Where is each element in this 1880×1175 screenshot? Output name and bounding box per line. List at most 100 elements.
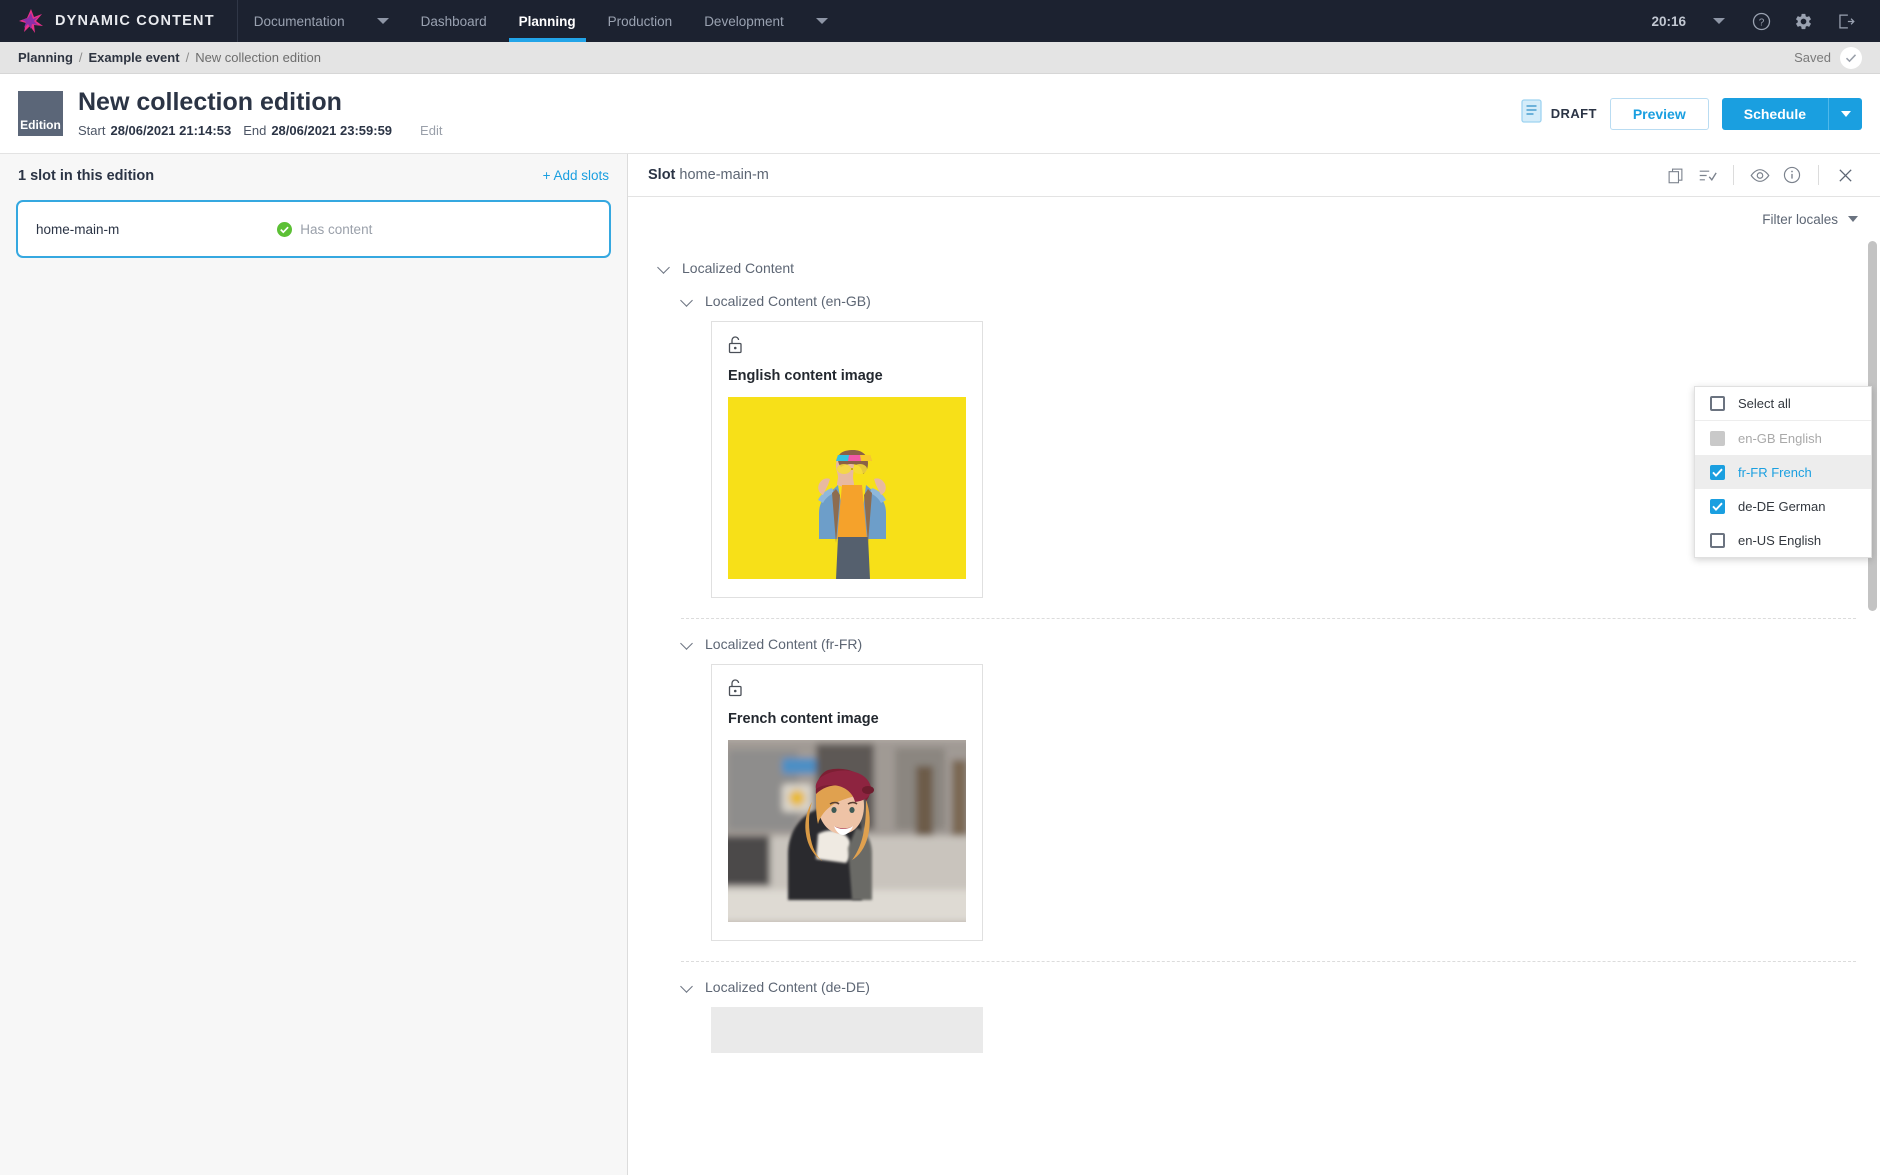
svg-text:?: ? bbox=[1758, 17, 1764, 28]
checkbox-unchecked-icon[interactable] bbox=[1710, 396, 1725, 411]
chevron-down-icon bbox=[815, 18, 828, 24]
locale-option-select-all[interactable]: Select all bbox=[1695, 387, 1871, 421]
accordion-localized-content-fr-fr[interactable]: Localized Content (fr-FR) bbox=[681, 636, 1880, 652]
edition-schedule-meta: Start 28/06/2021 21:14:53 End 28/06/2021… bbox=[78, 123, 442, 138]
nav-tab-documentation[interactable]: Documentation bbox=[238, 0, 361, 42]
development-dropdown-caret[interactable] bbox=[800, 0, 844, 42]
content-card-title: French content image bbox=[728, 711, 879, 727]
accordion-localized-content-de-de[interactable]: Localized Content (de-DE) bbox=[681, 979, 1880, 995]
unlock-icon[interactable] bbox=[728, 679, 966, 702]
filter-locales-button[interactable]: Filter locales bbox=[1762, 212, 1858, 227]
preview-button[interactable]: Preview bbox=[1609, 97, 1709, 130]
help-icon[interactable]: ? bbox=[1742, 0, 1780, 42]
locale-option-label: en-US English bbox=[1738, 532, 1822, 548]
save-status: Saved bbox=[1794, 46, 1862, 69]
close-icon[interactable] bbox=[1830, 160, 1860, 190]
schedule-dropdown-caret[interactable] bbox=[1828, 97, 1862, 130]
breadcrumb-item-example-event[interactable]: Example event bbox=[89, 50, 180, 65]
chevron-down-icon bbox=[658, 262, 670, 274]
breadcrumb-item-current: New collection edition bbox=[195, 50, 321, 65]
clock-dropdown-caret[interactable] bbox=[1700, 0, 1738, 42]
locale-option-de-de[interactable]: de-DE German bbox=[1695, 489, 1871, 523]
chevron-down-icon bbox=[681, 981, 693, 993]
localized-content-area: Localized Content Localized Content (en-… bbox=[628, 241, 1880, 1175]
slot-card-home-main-m[interactable]: home-main-m Has content bbox=[16, 200, 611, 258]
checkbox-unchecked-icon[interactable] bbox=[1710, 532, 1725, 548]
clock-label: 20:16 bbox=[1651, 13, 1686, 29]
dynamic-content-logo-icon bbox=[18, 8, 44, 34]
info-icon[interactable] bbox=[1777, 160, 1807, 190]
nav-tab-planning[interactable]: Planning bbox=[503, 0, 592, 42]
nav-tab-production[interactable]: Production bbox=[592, 0, 689, 42]
content-card-title: English content image bbox=[728, 368, 883, 384]
list-check-icon[interactable] bbox=[1692, 160, 1722, 190]
gear-icon[interactable] bbox=[1784, 0, 1822, 42]
schedule-button[interactable]: Schedule bbox=[1721, 97, 1828, 130]
content-scrollbar[interactable] bbox=[1868, 241, 1877, 1171]
documentation-dropdown-caret[interactable] bbox=[361, 0, 405, 42]
content-card-en-gb[interactable]: English content image bbox=[711, 321, 983, 598]
filter-locales-label: Filter locales bbox=[1762, 211, 1838, 227]
unlock-icon[interactable] bbox=[728, 336, 966, 359]
slot-detail-title: Slot home-main-m bbox=[648, 167, 769, 183]
draft-label: DRAFT bbox=[1550, 106, 1597, 121]
main-body: 1 slot in this edition + Add slots home-… bbox=[0, 154, 1880, 1175]
slot-card-status: Has content bbox=[277, 221, 373, 237]
nav-right-group: 20:16 ? bbox=[1641, 0, 1880, 42]
locale-option-en-us[interactable]: en-US English bbox=[1695, 523, 1871, 557]
edit-schedule-link[interactable]: Edit bbox=[420, 123, 442, 138]
locale-option-fr-fr[interactable]: fr-FR French bbox=[1695, 455, 1871, 489]
filter-locales-row: Filter locales bbox=[628, 197, 1880, 241]
duplicate-icon[interactable] bbox=[1660, 160, 1690, 190]
edition-header: Edition New collection edition Start 28/… bbox=[0, 74, 1880, 154]
chevron-down-icon bbox=[1848, 216, 1858, 222]
logout-icon[interactable] bbox=[1826, 0, 1864, 42]
edition-info: New collection edition Start 28/06/2021 … bbox=[78, 88, 442, 138]
saved-check-icon bbox=[1840, 46, 1862, 69]
content-card-placeholder-de-de[interactable] bbox=[711, 1007, 983, 1053]
add-slots-link[interactable]: + Add slots bbox=[543, 168, 609, 183]
checkbox-checked-icon[interactable] bbox=[1710, 498, 1725, 514]
content-card-fr-fr[interactable]: French content image bbox=[711, 664, 983, 941]
accordion-localized-content-en-gb[interactable]: Localized Content (en-GB) bbox=[681, 293, 1880, 309]
breadcrumb-separator: / bbox=[78, 50, 83, 65]
breadcrumb-item-planning[interactable]: Planning bbox=[18, 50, 73, 65]
toolbar-divider bbox=[1818, 165, 1819, 185]
saved-label: Saved bbox=[1794, 50, 1831, 65]
breadcrumb: Planning / Example event / New collectio… bbox=[0, 42, 1880, 74]
slot-detail-toolbar bbox=[1660, 160, 1860, 190]
chevron-down-icon bbox=[681, 638, 693, 650]
chevron-down-icon bbox=[681, 295, 693, 307]
accordion-label: Localized Content bbox=[682, 260, 795, 276]
nav-tab-dashboard[interactable]: Dashboard bbox=[405, 0, 503, 42]
accordion-localized-content-root[interactable]: Localized Content bbox=[658, 260, 1880, 276]
content-card-image-en-gb bbox=[728, 397, 966, 579]
start-value: 28/06/2021 21:14:53 bbox=[110, 123, 232, 139]
accordion-label: Localized Content (de-DE) bbox=[705, 979, 870, 995]
end-label: End bbox=[243, 123, 267, 139]
end-value: 28/06/2021 23:59:59 bbox=[271, 123, 393, 139]
slot-card-status-label: Has content bbox=[300, 221, 373, 237]
chevron-down-icon bbox=[376, 18, 389, 24]
brand-name: DYNAMIC CONTENT bbox=[55, 13, 215, 29]
locale-filter-menu: Select all en-GB English fr-FR French de… bbox=[1694, 386, 1872, 558]
brand-logo-area[interactable]: DYNAMIC CONTENT bbox=[0, 0, 238, 42]
chevron-down-icon bbox=[1840, 110, 1851, 117]
locale-option-label: de-DE German bbox=[1738, 498, 1826, 514]
visibility-icon[interactable] bbox=[1745, 160, 1775, 190]
section-divider bbox=[681, 618, 1856, 619]
edition-status: DRAFT bbox=[1521, 99, 1597, 128]
locale-option-label: fr-FR French bbox=[1738, 464, 1812, 480]
slot-detail-header: Slot home-main-m bbox=[628, 154, 1880, 197]
top-navigation-bar: DYNAMIC CONTENT Documentation Dashboard … bbox=[0, 0, 1880, 42]
nav-tab-development[interactable]: Development bbox=[688, 0, 800, 42]
has-content-check-icon bbox=[277, 221, 293, 237]
slots-count-label: 1 slot in this edition bbox=[18, 167, 155, 184]
slot-detail-title-label: Slot bbox=[648, 167, 676, 183]
locale-option-en-gb: en-GB English bbox=[1695, 421, 1871, 455]
nav-tabs: Documentation Dashboard Planning Product… bbox=[238, 0, 844, 42]
accordion-label: Localized Content (en-GB) bbox=[705, 293, 871, 309]
locale-option-label: en-GB English bbox=[1738, 430, 1822, 446]
checkbox-checked-icon[interactable] bbox=[1710, 464, 1725, 480]
draft-document-icon bbox=[1521, 99, 1542, 128]
